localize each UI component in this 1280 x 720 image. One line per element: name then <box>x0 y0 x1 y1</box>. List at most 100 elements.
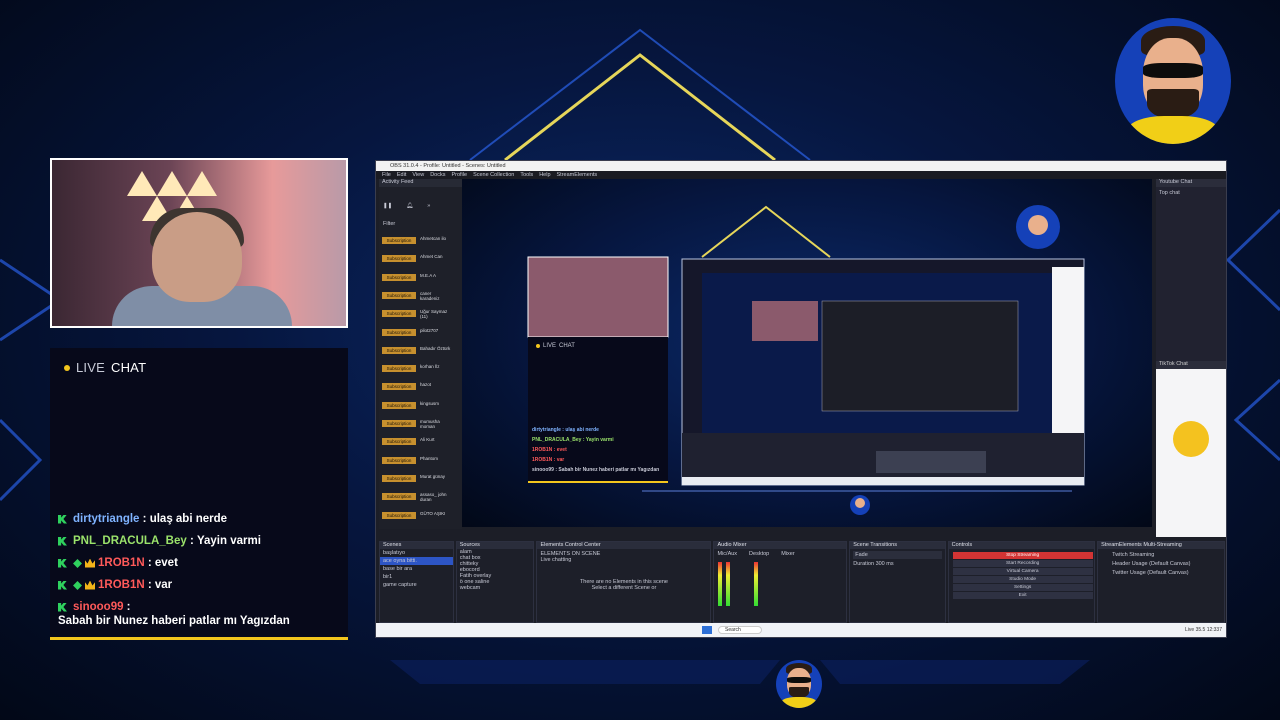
activity-feed-row: Subscription M.E.A A <box>382 272 458 282</box>
crown-badge-icon <box>85 558 95 568</box>
diamond-badge-icon <box>73 558 82 568</box>
activity-feed-row: Subscription Bahadır Öztürk <box>382 345 458 355</box>
subscription-badge: Subscription <box>382 273 416 281</box>
activity-feed-row: Subscription GÜTO AŞIKI <box>382 510 458 520</box>
elements-hint: Select a different Scene or <box>591 585 657 591</box>
activity-feed-name: Ali Kurt <box>420 437 435 443</box>
chat-username: 1ROB1N <box>98 579 145 591</box>
subscription-badge: Subscription <box>382 474 416 482</box>
subscription-badge: Subscription <box>382 493 416 501</box>
subscription-badge: Subscription <box>382 365 416 373</box>
activity-feed-row: Subscription mumusha moman <box>382 418 458 429</box>
scene-item[interactable]: base bir ara <box>380 565 453 573</box>
multistream-item[interactable]: Twitch Streaming <box>1098 549 1224 558</box>
menu-tools[interactable]: Tools <box>520 172 533 178</box>
menu-streamelements[interactable]: StreamElements <box>557 172 598 178</box>
scene-item[interactable]: bir1 <box>380 573 453 581</box>
controls-title: Controls <box>948 542 1095 549</box>
menu-help[interactable]: Help <box>539 172 550 178</box>
subscription-badge: Subscription <box>382 255 416 263</box>
menu-scene-collection[interactable]: Scene Collection <box>473 172 514 178</box>
transition-type-select[interactable]: Fade <box>853 551 942 559</box>
subscription-badge: Subscription <box>382 420 416 427</box>
menu-file[interactable]: File <box>382 172 391 178</box>
filter-dropdown[interactable]: Filter <box>383 221 395 227</box>
sources-title: Sources <box>456 542 534 549</box>
chat-text: var <box>154 579 173 591</box>
skip-icon[interactable]: » <box>427 203 430 209</box>
windows-start-icon[interactable] <box>702 626 712 634</box>
exit-button[interactable]: Exit <box>952 592 1093 599</box>
tiktok-chat-title: TikTok Chat <box>1156 361 1226 369</box>
obs-docks: Scenes başlatıyo ace oyna bitti. base bi… <box>379 541 1225 623</box>
multistream-item[interactable]: Twitter Usage (Default Canvas) <box>1098 567 1224 576</box>
top-chat-dropdown[interactable]: Top chat <box>1156 187 1226 199</box>
subscription-badge: Subscription <box>382 237 416 244</box>
subscription-badge: Subscription <box>382 456 416 464</box>
virtual-camera-button[interactable]: Virtual Camera <box>952 568 1093 575</box>
streamer-avatar-logo <box>1115 18 1231 144</box>
activity-feed-row: Subscription Phantom <box>382 455 458 465</box>
duration-label: Duration <box>853 561 875 567</box>
subscription-badge: Subscription <box>382 310 416 318</box>
menu-edit[interactable]: Edit <box>397 172 406 178</box>
multistream-item[interactable]: Header Usage (Default Canvas) <box>1098 558 1224 567</box>
activity-feed-row: Subscription hazot <box>382 381 458 391</box>
scene-item[interactable]: başlatıyo <box>380 549 453 557</box>
settings-button[interactable]: Settings <box>952 584 1093 591</box>
activity-feed-name: pilot2707 <box>420 327 439 333</box>
scene-item[interactable]: ace oyna bitti. <box>380 557 453 565</box>
youtube-chat-title: Youtube Chat <box>1156 179 1226 187</box>
menu-view[interactable]: View <box>412 172 424 178</box>
menu-docks[interactable]: Docks <box>430 172 445 178</box>
live-dot-icon <box>64 364 70 371</box>
activity-feed-name: korhan İlz <box>420 364 440 370</box>
activity-feed-row: Subscription Ahmet Can <box>382 253 458 263</box>
bell-icon[interactable]: 🔔︎ <box>406 203 413 209</box>
controls-dock: Controls Stop Streaming Start Recording … <box>947 541 1096 623</box>
preview-live-label: LIVE <box>543 343 557 349</box>
activity-feed-name: Phantom <box>420 455 439 461</box>
audio-mixer-title: Audio Mixer <box>714 542 847 549</box>
windows-taskbar: Search Live 35.5 12:337 <box>376 623 1226 637</box>
preview-chat-line: dirtytriangle : ulaş abi nerde <box>532 427 599 433</box>
activity-feed-dock: Activity Feed ❚❚ 🔔︎ » Filter Subscription A… <box>379 179 462 529</box>
duration-row: Duration 300 ms <box>850 561 944 567</box>
activity-feed-name: Uğur Saymaz (11) <box>420 309 448 320</box>
live-chat-panel: LIVE CHAT dirtytriangle : ulaş abi nerde… <box>50 348 348 640</box>
webcam-feed <box>50 158 348 328</box>
activity-feed-row: Subscription Uğur Saymaz (11) <box>382 308 458 320</box>
subscription-badge: Subscription <box>382 438 416 446</box>
kick-badge-icon <box>58 514 67 524</box>
tiktok-chat-dock: TikTok Chat <box>1156 361 1226 537</box>
activity-feed-name: Ahmetcan ilo <box>420 236 447 241</box>
kick-badge-icon <box>58 558 67 568</box>
studio-mode-button[interactable]: Studio Mode <box>952 576 1093 583</box>
source-item[interactable]: webcam <box>457 585 534 591</box>
chat-message: 1ROB1N : evet <box>58 556 344 570</box>
activity-controls: ❚❚ 🔔︎ » <box>383 203 430 209</box>
menu-profile[interactable]: Profile <box>451 172 467 178</box>
activity-feed-name: kingsusm <box>420 400 440 406</box>
chat-messages: dirtytriangle : ulaş abi nerde PNL_DRACU… <box>58 512 344 636</box>
start-recording-button[interactable]: Start Recording <box>952 560 1093 567</box>
elements-title: Elements Control Center <box>537 542 711 549</box>
scene-item[interactable]: game capture <box>380 581 453 589</box>
activity-feed-row: Subscription pilot2707 <box>382 327 458 337</box>
chat-text: Sabah bir Nunez haberi patlar mı Yagızda… <box>58 615 290 627</box>
elements-dock: Elements Control Center ELEMENTS ON SCEN… <box>536 541 712 623</box>
preview-chat-header: LIVE CHAT <box>536 343 575 349</box>
transitions-title: Scene Transitions <box>850 542 945 549</box>
mixer-channel-labels: Mic/Aux Desktop Mixer <box>714 549 846 559</box>
chat-message: PNL_DRACULA_Bey : Yayin varmi <box>58 534 344 548</box>
taskbar-search[interactable]: Search <box>718 626 762 634</box>
elements-on-scene: ELEMENTS ON SCENE <box>540 551 601 557</box>
subscription-badge: Subscription <box>382 346 416 354</box>
activity-feed-name: caner karadeniz <box>420 290 440 301</box>
stop-streaming-button[interactable]: Stop Streaming <box>952 552 1093 559</box>
pause-icon[interactable]: ❚❚ <box>383 203 392 209</box>
chat-username: dirtytriangle <box>73 513 140 525</box>
chat-text: Yayin varmi <box>196 535 261 547</box>
obs-menu-bar: File Edit View Docks Profile Scene Colle… <box>376 171 1226 179</box>
duration-input[interactable]: 300 ms <box>876 561 894 567</box>
